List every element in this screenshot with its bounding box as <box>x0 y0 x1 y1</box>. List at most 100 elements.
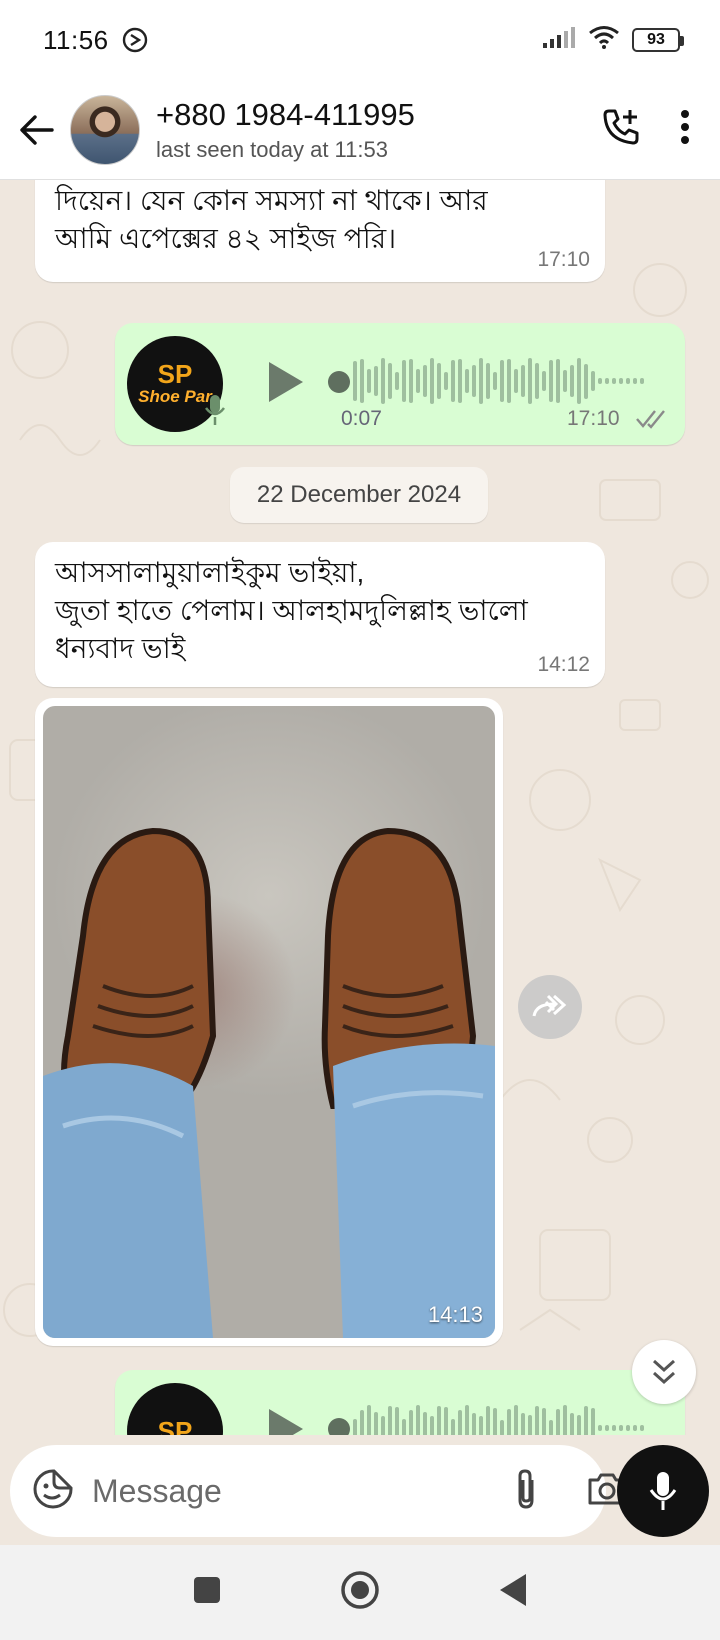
contact-info[interactable]: +880 1984-411995 last seen today at 11:5… <box>156 97 415 163</box>
contact-name: +880 1984-411995 <box>156 96 415 132</box>
waveform-bar <box>549 1419 553 1435</box>
waveform-bar <box>535 1405 539 1435</box>
date-separator: 22 December 2024 <box>230 467 488 523</box>
waveform-bar <box>437 1405 441 1435</box>
message-time: 17:10 <box>537 248 590 271</box>
message-bubble-incoming[interactable]: আসসালামুয়ালাইকুম ভাইয়া, জুতা হাতে পেলা… <box>35 542 605 687</box>
voice-message-outgoing[interactable]: SP <box>115 1370 685 1435</box>
waveform-bar <box>388 362 392 400</box>
wifi-icon <box>588 25 620 56</box>
waveform-bar <box>353 1418 357 1435</box>
chat-area[interactable]: আপনি জুতাটা ভালো করে চেক করে দিয়েন। যেন… <box>0 180 720 1435</box>
waveform-bar <box>374 365 378 397</box>
voice-record-button[interactable] <box>617 1445 709 1537</box>
waveform-bar <box>549 359 553 402</box>
back-arrow-icon[interactable] <box>16 110 56 150</box>
waveform-bar <box>444 1407 448 1435</box>
home-circle-icon[interactable] <box>340 1570 380 1615</box>
system-nav-bar <box>0 1545 720 1640</box>
waveform-bar <box>388 1405 392 1435</box>
waveform-bar <box>535 363 539 399</box>
recents-square-icon[interactable] <box>192 1575 222 1610</box>
waveform-bar <box>626 378 630 384</box>
forward-icon <box>532 994 567 1017</box>
scroll-to-bottom-button[interactable] <box>632 1340 696 1404</box>
attach-icon[interactable] <box>512 1468 540 1515</box>
waveform-bar <box>486 1405 490 1435</box>
waveform-bar <box>444 371 448 391</box>
image-message-incoming[interactable]: 14:13 <box>35 698 503 1346</box>
waveform-bar <box>381 358 385 404</box>
message-text: আসসালামুয়ালাইকুম ভাইয়া, জুতা হাতে পেলা… <box>55 557 528 664</box>
waveform-bar <box>451 360 455 402</box>
message-composer <box>10 1445 626 1537</box>
waveform-bar <box>402 1419 406 1435</box>
status-bar: 11:56 93 <box>0 0 720 80</box>
waveform-bar <box>570 1413 574 1435</box>
waveform-bar <box>605 1425 609 1431</box>
waveform-bar <box>472 365 476 397</box>
mic-icon <box>649 1472 677 1510</box>
waveform-bar <box>360 358 364 404</box>
waveform-bar <box>507 359 511 403</box>
voice-waveform[interactable] <box>353 353 644 409</box>
waveform-bar <box>493 1407 497 1435</box>
waveform-bar <box>360 1410 364 1435</box>
waveform-bar <box>409 1409 413 1435</box>
waveform-bar <box>591 371 595 391</box>
waveform-bar <box>591 1407 595 1435</box>
logo-initials: SP <box>157 359 193 389</box>
last-seen: last seen today at 11:53 <box>156 136 388 162</box>
voice-duration: 0:07 <box>341 407 382 430</box>
waveform-bar <box>507 1409 511 1435</box>
waveform-bar <box>577 358 581 404</box>
logo-initials: SP <box>157 1416 193 1435</box>
waveform-bar <box>556 359 560 403</box>
message-input[interactable] <box>92 1472 512 1510</box>
battery-level: 93 <box>647 31 665 48</box>
sticker-icon[interactable] <box>32 1468 74 1515</box>
waveform-bar <box>556 1409 560 1435</box>
waveform-bar <box>542 1407 546 1435</box>
add-call-icon[interactable] <box>600 106 642 153</box>
mic-badge-icon <box>203 393 227 432</box>
waveform-bar <box>584 363 588 399</box>
waveform-bar <box>640 378 644 384</box>
message-time: 14:12 <box>537 653 590 676</box>
waveform-bar <box>605 378 609 384</box>
battery-icon: 93 <box>632 28 684 52</box>
voice-message-outgoing[interactable]: SP Shoe Par 0:07 17:10 <box>115 323 685 445</box>
waveform-bar <box>423 1412 427 1435</box>
message-bubble-incoming[interactable]: আপনি জুতাটা ভালো করে চেক করে দিয়েন। যেন… <box>35 180 605 282</box>
more-vert-icon[interactable] <box>680 109 690 150</box>
waveform-bar <box>612 378 616 384</box>
waveform-bar <box>416 368 420 394</box>
waveform-bar <box>458 359 462 403</box>
waveform-bar <box>437 362 441 400</box>
back-triangle-icon[interactable] <box>498 1572 528 1613</box>
waveform-bar <box>514 1405 518 1435</box>
play-icon[interactable] <box>265 359 305 410</box>
waveform-bar <box>528 1415 532 1435</box>
waveform-bar <box>486 363 490 399</box>
waveform-bar <box>626 1425 630 1431</box>
play-icon[interactable] <box>265 1406 305 1435</box>
image-time: 14:13 <box>427 1302 483 1327</box>
boots-photo[interactable]: 14:13 <box>43 706 495 1338</box>
waveform-bar <box>472 1412 476 1435</box>
waveform-bar <box>367 368 371 394</box>
waveform-bar <box>584 1405 588 1435</box>
waveform-bar <box>612 1425 616 1431</box>
forward-button[interactable] <box>518 975 582 1039</box>
waveform-bar <box>465 1405 469 1435</box>
voice-sender-avatar: SP <box>127 1383 223 1435</box>
voice-waveform[interactable] <box>353 1400 644 1435</box>
waveform-bar <box>633 378 637 384</box>
playback-dot[interactable] <box>328 1418 350 1435</box>
waveform-bar <box>640 1425 644 1431</box>
waveform-bar <box>619 1425 623 1431</box>
whatsapp-status-icon <box>121 26 149 54</box>
avatar[interactable] <box>70 94 140 165</box>
playback-dot[interactable] <box>328 371 350 393</box>
double-chevron-down-icon <box>652 1359 676 1385</box>
